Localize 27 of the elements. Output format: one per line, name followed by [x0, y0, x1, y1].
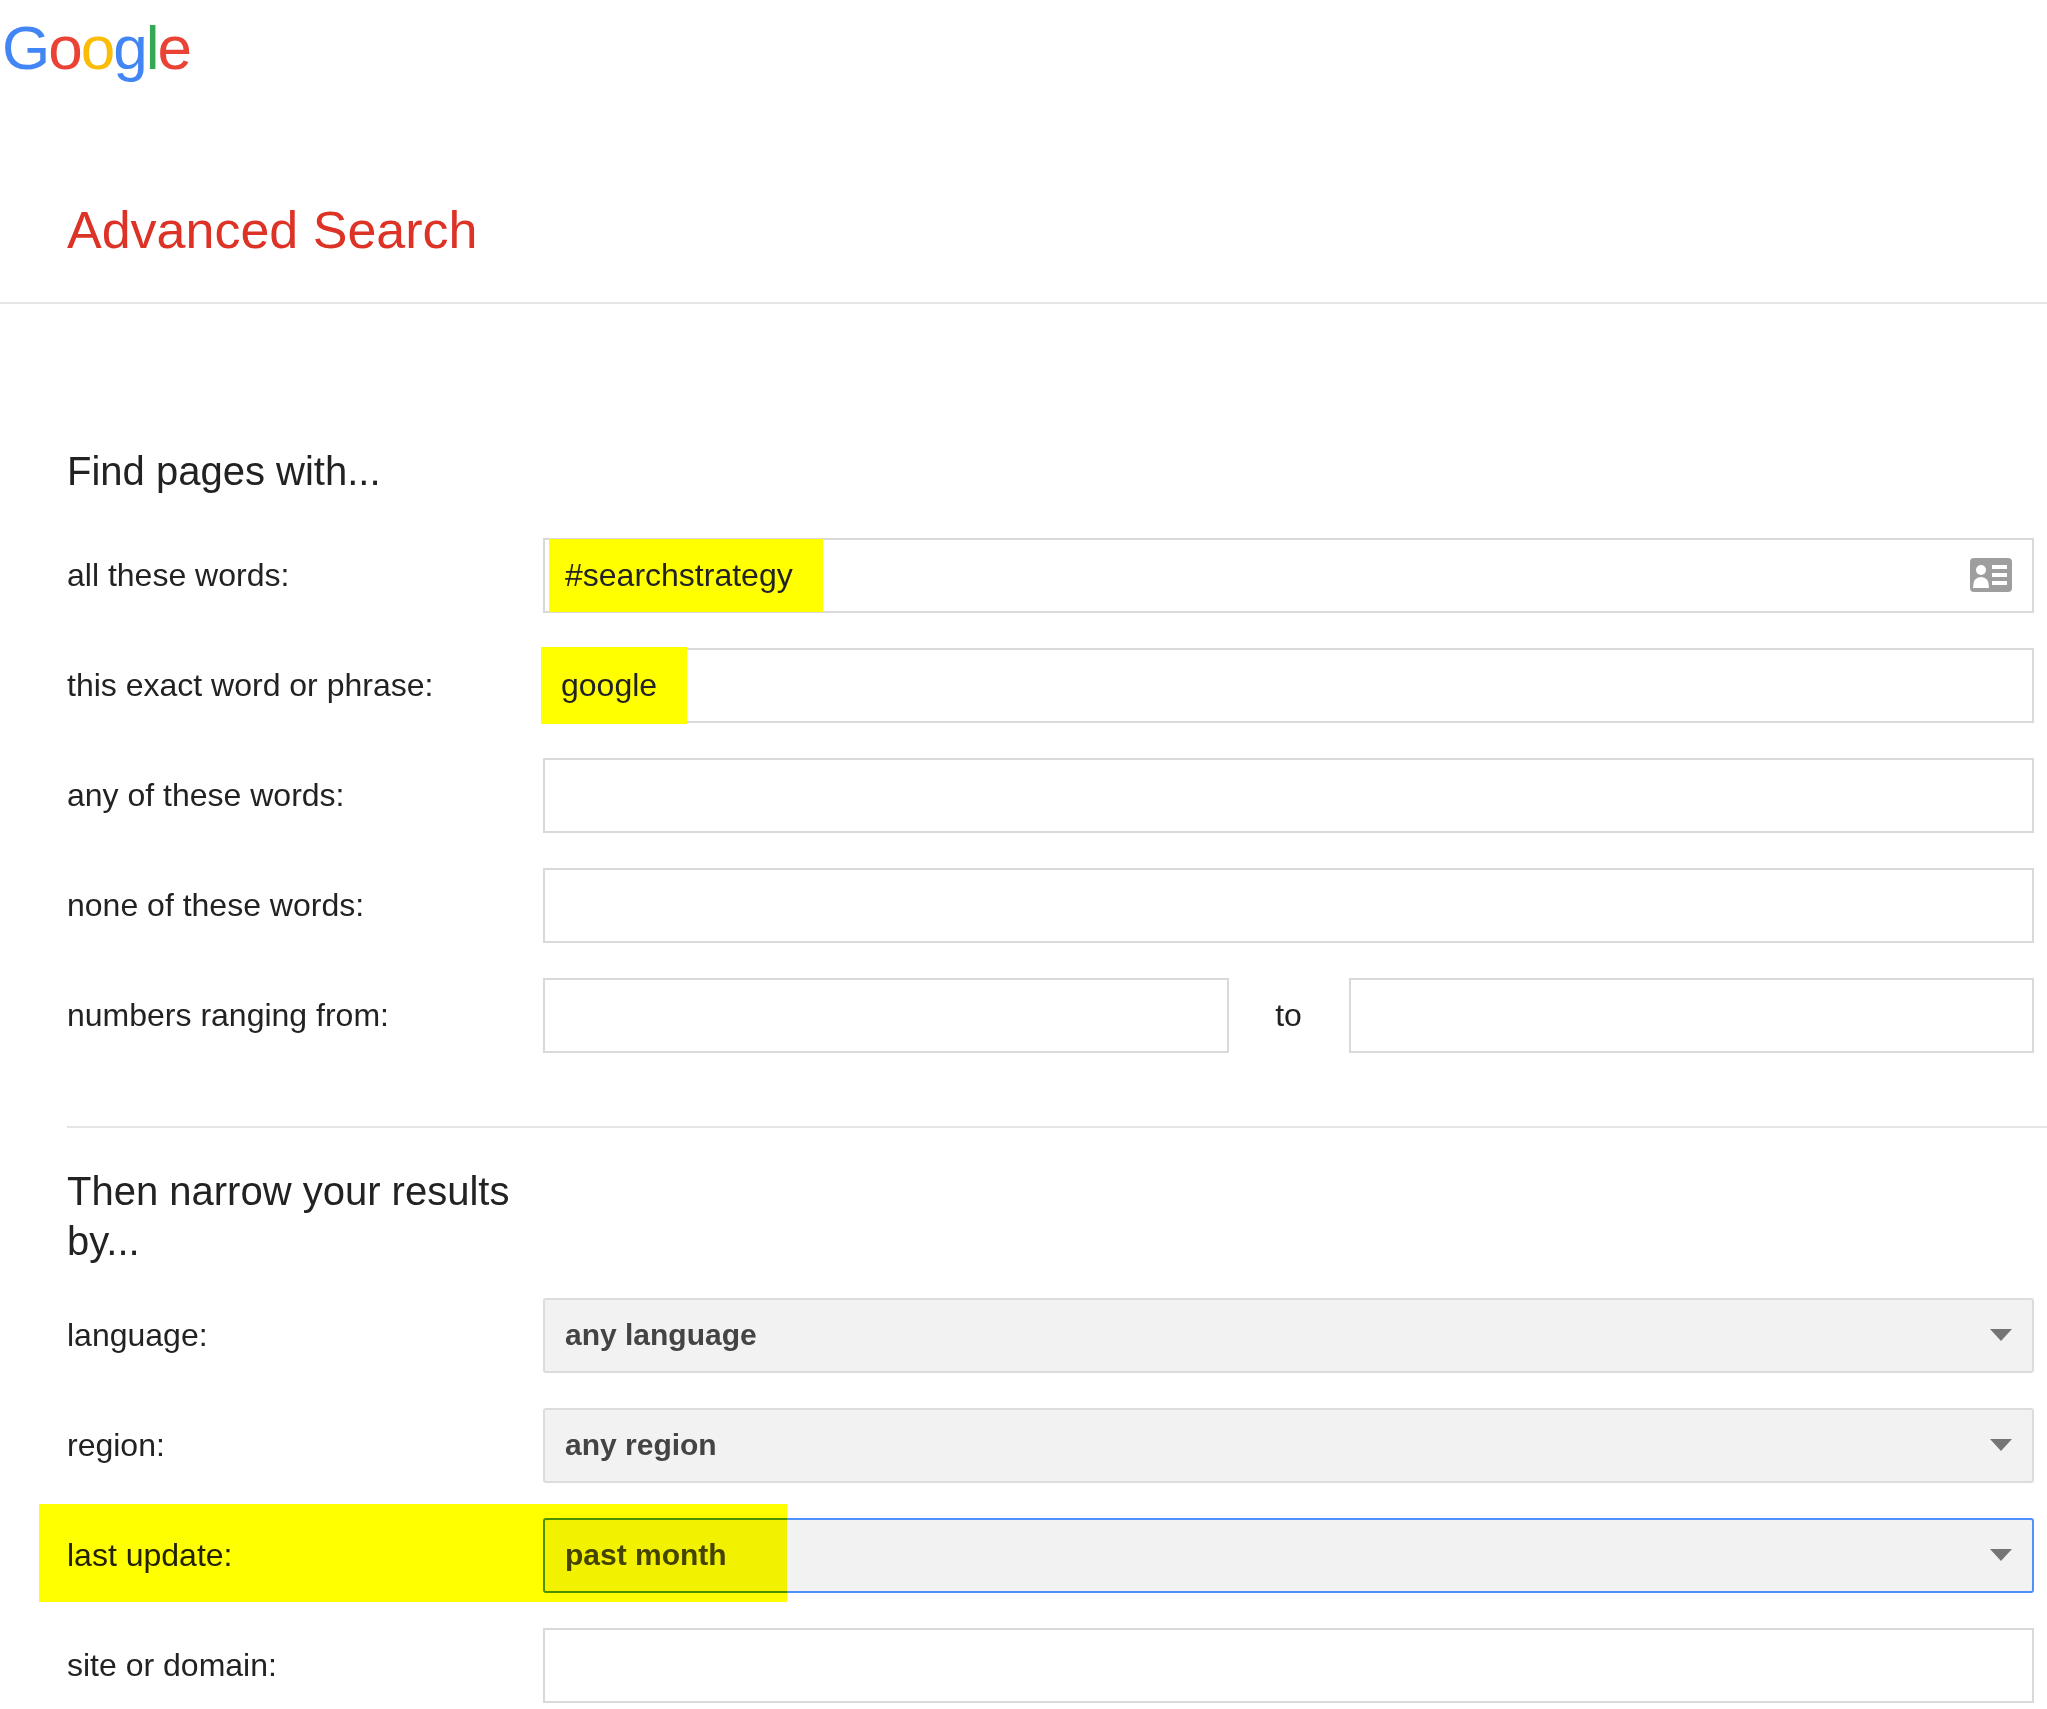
field-label: all these words: — [67, 556, 290, 594]
caret-icon — [1990, 1549, 2012, 1561]
page-title: Advanced Search — [67, 200, 478, 260]
caret-icon — [1990, 1329, 2012, 1341]
text-field[interactable]: #searchstrategy — [543, 537, 2034, 613]
field-label: site or domain: — [67, 1646, 277, 1684]
field-label: region: — [67, 1426, 165, 1464]
section-heading: Then narrow your results by... — [67, 1168, 511, 1265]
text-field[interactable] — [543, 1627, 2034, 1703]
field-label: none of these words: — [67, 886, 365, 924]
range-to-field[interactable] — [1348, 977, 2034, 1053]
range-separator: to — [1274, 996, 1303, 1034]
dropdown[interactable]: any region — [543, 1407, 2034, 1483]
field-label: last update: — [67, 1536, 233, 1574]
range-from-field[interactable] — [543, 977, 1229, 1053]
dropdown[interactable]: any language — [543, 1297, 2034, 1373]
text-field[interactable] — [543, 757, 2034, 833]
contact-card-icon[interactable] — [1970, 558, 2012, 592]
logo[interactable]: Google — [0, 0, 190, 88]
text-field[interactable] — [543, 867, 2034, 943]
caret-icon — [1990, 1439, 2012, 1451]
field-label: language: — [67, 1316, 208, 1354]
field-label: numbers ranging from: — [67, 996, 389, 1034]
section-heading: Find pages with... — [67, 448, 381, 495]
text-field[interactable]: google — [543, 647, 2034, 723]
field-label: any of these words: — [67, 776, 345, 814]
field-label: this exact word or phrase: — [67, 666, 434, 704]
